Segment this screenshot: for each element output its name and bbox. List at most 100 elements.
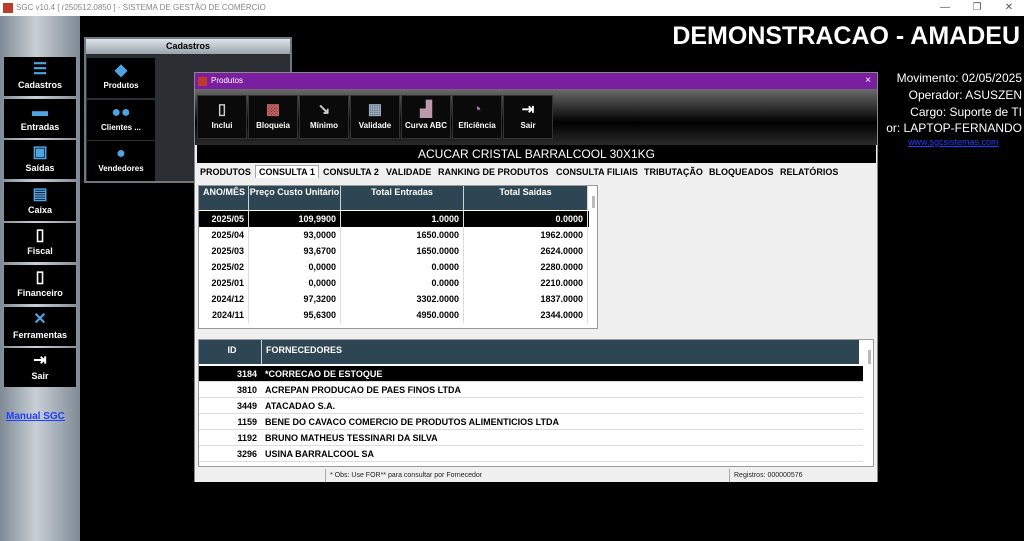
table-row[interactable]: 2025/01 0,0000 0.0000 2210.0000 — [199, 275, 589, 291]
column-header-preco-custo[interactable]: Preço Custo Unitário — [249, 186, 341, 210]
sidebar-item-saidas[interactable]: ▣ Saídas — [4, 140, 76, 179]
list-item[interactable]: 1159 BENE DO CAVACO COMERCIO DE PRODUTOS… — [199, 414, 863, 430]
consulta-scrollbar[interactable] — [592, 196, 595, 208]
operador-label: Operador: ASUSZEN — [908, 88, 1022, 102]
sidebar-item-label: Caixa — [27, 205, 53, 215]
status-bar: * Obs: Use FOR** para consultar por Forn… — [195, 469, 877, 482]
cell-fornecedor: USINA BARRALCOOL SA — [265, 449, 375, 459]
sidebar-item-ferramentas[interactable]: ✕ Ferramentas — [4, 307, 76, 346]
inclui-button[interactable]: ▯ Inclui — [197, 95, 247, 139]
bloqueia-button[interactable]: ▩ Bloqueia — [248, 95, 298, 139]
cadastros-item-label: Produtos — [103, 81, 139, 90]
column-header-total-entradas[interactable]: Total Entradas — [341, 186, 464, 210]
maximize-button[interactable]: ❐ — [962, 0, 992, 16]
tab-ranking-produtos[interactable]: RANKING DE PRODUTOS — [438, 167, 548, 177]
table-row[interactable]: 2025/05 109,9900 1.0000 0.0000 — [199, 211, 589, 227]
cell-preco: 0,0000 — [249, 275, 341, 291]
list-item[interactable]: 1192 BRUNO MATHEUS TESSINARI DA SILVA — [199, 430, 863, 446]
toolbar-label: Curva ABC — [405, 121, 447, 130]
cell-id: 3296 — [236, 449, 257, 459]
cadastros-item-clientes[interactable]: ●● Clientes ... — [87, 100, 155, 140]
list-item[interactable]: 3810 ACREPAN PRODUCAO DE PAES FINOS LTDA — [199, 382, 863, 398]
tab-consulta-1[interactable]: CONSULTA 1 — [255, 165, 319, 178]
exit-icon: ⇥ — [33, 352, 47, 369]
eficiencia-button[interactable]: ◔ Eficiência — [452, 95, 502, 139]
toolbar-label: Bloqueia — [256, 121, 290, 130]
tab-relatorios[interactable]: RELATÓRIOS — [780, 167, 838, 177]
toolbar-label: Mínimo — [310, 121, 338, 130]
tab-validade[interactable]: VALIDADE — [386, 167, 431, 177]
tab-produtos[interactable]: PRODUTOS — [200, 167, 251, 177]
minimo-button[interactable]: ↘ Mínimo — [299, 95, 349, 139]
main-sidebar: ☰ Cadastros ▬ Entradas ▣ Saídas ▤ Caixa … — [0, 16, 80, 541]
curva-abc-button[interactable]: ▟ Curva ABC — [401, 95, 451, 139]
cargo-label: Cargo: Suporte de TI — [910, 105, 1022, 119]
sidebar-item-caixa[interactable]: ▤ Caixa — [4, 182, 76, 221]
fornecedores-grid[interactable]: ID FORNECEDORES 3184 *CORRECAO DE ESTOQU… — [198, 339, 874, 467]
fornecedores-scrollbar[interactable] — [868, 350, 871, 364]
sidebar-item-label: Cadastros — [17, 80, 62, 90]
column-header-fornecedores[interactable]: FORNECEDORES — [261, 340, 859, 364]
app-title: SGC v10.4 [ r250512.0850 ] - SISTEMA DE … — [16, 3, 266, 12]
toolbar-label: Validade — [358, 121, 392, 130]
column-header-id[interactable]: ID — [199, 340, 261, 364]
cell-ano-mes: 2025/05 — [199, 211, 249, 227]
sidebar-item-label: Saídas — [25, 163, 55, 173]
produtos-window-titlebar: Produtos × — [195, 73, 877, 89]
cell-fornecedor: ACREPAN PRODUCAO DE PAES FINOS LTDA — [265, 385, 462, 395]
status-obs: * Obs: Use FOR** para consultar por Forn… — [325, 469, 730, 482]
table-row[interactable]: 2024/11 95,6300 4950.0000 2344.0000 — [199, 307, 589, 323]
close-button[interactable]: ✕ — [994, 0, 1024, 16]
cell-saidas: 1962.0000 — [464, 227, 588, 243]
sair-button[interactable]: ⇥ Sair — [503, 95, 553, 139]
minimize-button[interactable]: — — [930, 0, 960, 16]
tab-consulta-filiais[interactable]: CONSULTA FILIAIS — [556, 167, 638, 177]
cell-saidas: 0.0000 — [464, 211, 588, 227]
validade-button[interactable]: ▦ Validade — [350, 95, 400, 139]
sidebar-item-entradas[interactable]: ▬ Entradas — [4, 99, 76, 138]
table-row[interactable]: 2025/04 93,0000 1650.0000 1962.0000 — [199, 227, 589, 243]
table-row[interactable]: 2024/12 97,3200 3302.0000 1837.0000 — [199, 291, 589, 307]
table-row[interactable]: 2025/02 0,0000 0.0000 2280.0000 — [199, 259, 589, 275]
toolbar-label: Eficiência — [458, 121, 496, 130]
calendar-icon: ▦ — [367, 101, 383, 118]
site-link[interactable]: www.sgcsistemas.com — [908, 137, 999, 147]
sidebar-item-label: Sair — [31, 371, 49, 381]
status-registros: Registros: 000000576 — [734, 472, 803, 479]
tab-tributacao[interactable]: TRIBUTAÇÃO — [644, 167, 703, 177]
list-item[interactable]: 3449 ATACADAO S.A. — [199, 398, 863, 414]
register-icon: ▤ — [32, 186, 48, 203]
sidebar-item-fiscal[interactable]: ▯ Fiscal — [4, 223, 76, 262]
cell-fornecedor: ATACADAO S.A. — [265, 401, 336, 411]
toolbar-label: Sair — [520, 121, 536, 130]
sidebar-item-sair[interactable]: ⇥ Sair — [4, 348, 76, 387]
tab-bloqueados[interactable]: BLOQUEADOS — [709, 167, 774, 177]
produtos-window-title: Produtos — [211, 76, 244, 85]
add-doc-icon: ▯ — [217, 101, 227, 118]
sidebar-item-cadastros[interactable]: ☰ Cadastros — [4, 57, 76, 96]
toolbar-label: Inclui — [211, 121, 233, 130]
cell-id: 3810 — [236, 385, 257, 395]
tab-consulta-2[interactable]: CONSULTA 2 — [323, 167, 379, 177]
efficiency-icon: ◔ — [472, 101, 482, 118]
window-close-button[interactable]: × — [865, 73, 871, 89]
cell-ano-mes: 2025/01 — [199, 275, 249, 291]
consulta-grid[interactable]: ANO/MÊS Preço Custo Unitário Total Entra… — [198, 185, 598, 329]
column-header-total-saidas[interactable]: Total Saídas — [464, 186, 588, 210]
cell-id: 1192 — [237, 433, 257, 443]
cadastros-item-vendedores[interactable]: ● Vendedores — [87, 141, 155, 181]
cadastros-item-produtos[interactable]: ◆ Produtos — [87, 58, 155, 98]
manual-link[interactable]: Manual SGC — [6, 411, 65, 422]
cell-saidas: 2624.0000 — [464, 243, 588, 259]
cell-fornecedor: BENE DO CAVACO COMERCIO DE PRODUTOS ALIM… — [265, 417, 560, 427]
column-header-ano-mes[interactable]: ANO/MÊS — [199, 186, 249, 210]
cell-saidas: 2344.0000 — [464, 307, 588, 323]
list-item[interactable]: 3296 USINA BARRALCOOL SA — [199, 446, 863, 462]
cell-preco: 109,9900 — [249, 211, 341, 227]
table-row[interactable]: 2025/03 93,6700 1650.0000 2624.0000 — [199, 243, 589, 259]
cell-id: 1159 — [237, 417, 257, 427]
produtos-tabs: PRODUTOS CONSULTA 1 CONSULTA 2 VALIDADE … — [197, 165, 876, 182]
list-item[interactable]: 3184 *CORRECAO DE ESTOQUE — [199, 366, 863, 382]
cell-saidas: 2280.0000 — [464, 259, 588, 275]
sidebar-item-financeiro[interactable]: ▯ Financeiro — [4, 265, 76, 304]
